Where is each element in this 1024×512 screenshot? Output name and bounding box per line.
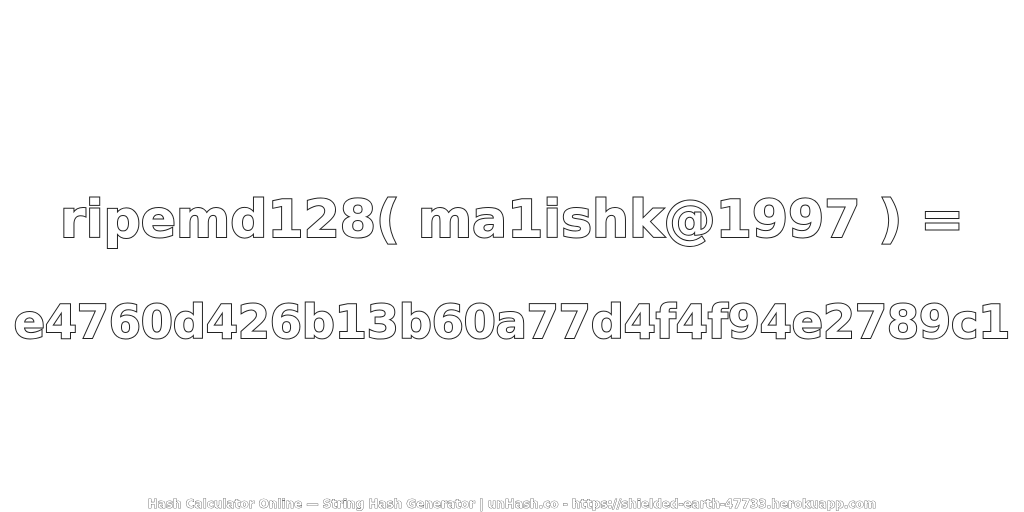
hash-display-canvas: ripemd128( ma1ishk@1997 ) = e4760d426b13… (0, 0, 1024, 512)
footer-credit: Hash Calculator Online — String Hash Gen… (147, 497, 877, 512)
hash-expression: ripemd128( ma1ishk@1997 ) = (59, 189, 965, 251)
hash-result: e4760d426b13b60a77d4f4f94e2789c1 (13, 294, 1012, 350)
